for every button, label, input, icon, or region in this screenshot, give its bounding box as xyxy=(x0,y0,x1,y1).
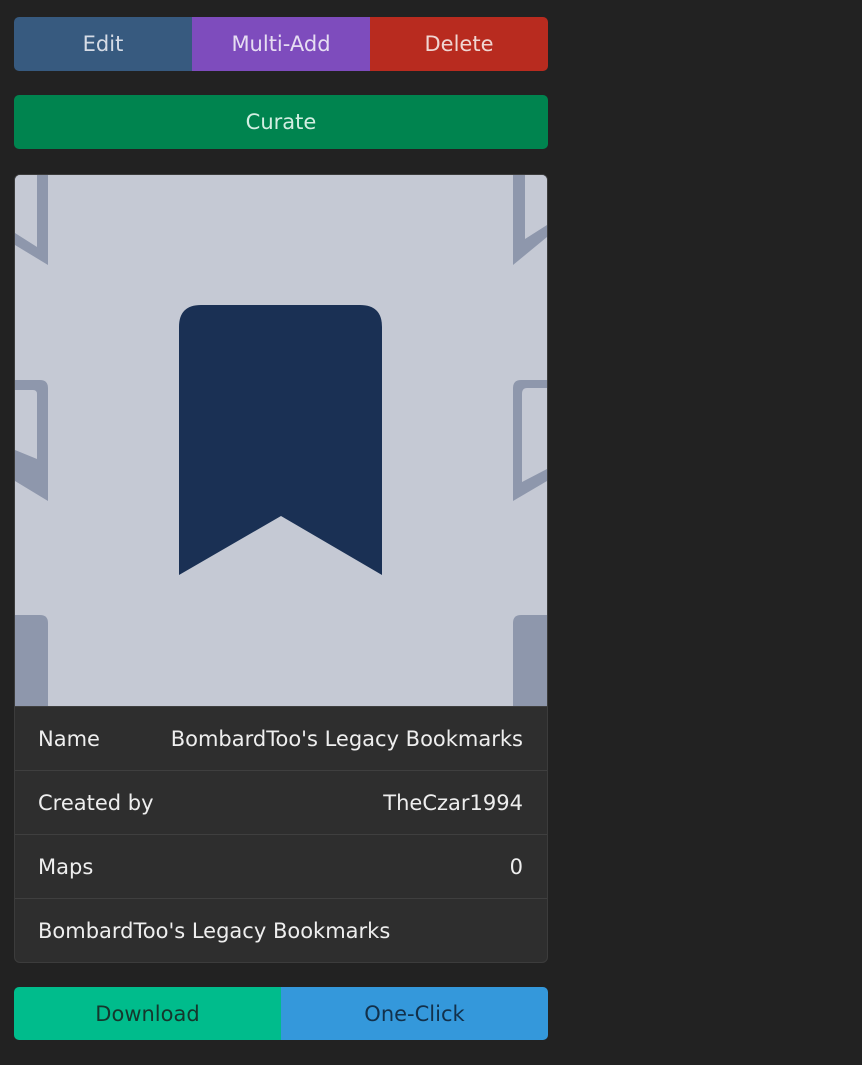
multi-add-button[interactable]: Multi-Add xyxy=(192,17,370,71)
info-label: Name xyxy=(38,726,100,751)
playlist-name: BombardToo's Legacy Bookmarks xyxy=(170,726,523,751)
info-row-creator: Created by TheCzar1994 xyxy=(15,770,547,834)
one-click-button[interactable]: One-Click xyxy=(281,987,548,1040)
info-row-name: Name BombardToo's Legacy Bookmarks xyxy=(15,706,547,770)
bookmark-icon xyxy=(15,175,547,706)
playlist-description: BombardToo's Legacy Bookmarks xyxy=(15,898,547,962)
maps-count: 0 xyxy=(509,854,523,879)
download-button[interactable]: Download xyxy=(14,987,281,1040)
playlist-card: Name BombardToo's Legacy Bookmarks Creat… xyxy=(14,174,548,963)
info-row-maps: Maps 0 xyxy=(15,834,547,898)
info-label: Created by xyxy=(38,790,154,815)
playlist-panel: Edit Multi-Add Delete Curate Name Bombar… xyxy=(14,17,548,1040)
description-text: BombardToo's Legacy Bookmarks xyxy=(38,918,391,943)
creator-name: TheCzar1994 xyxy=(383,790,523,815)
download-actions: Download One-Click xyxy=(14,987,548,1040)
playlist-cover xyxy=(15,175,547,706)
curate-button[interactable]: Curate xyxy=(14,95,548,149)
admin-actions: Edit Multi-Add Delete xyxy=(14,17,548,71)
delete-button[interactable]: Delete xyxy=(370,17,548,71)
info-label: Maps xyxy=(38,854,94,879)
edit-button[interactable]: Edit xyxy=(14,17,192,71)
